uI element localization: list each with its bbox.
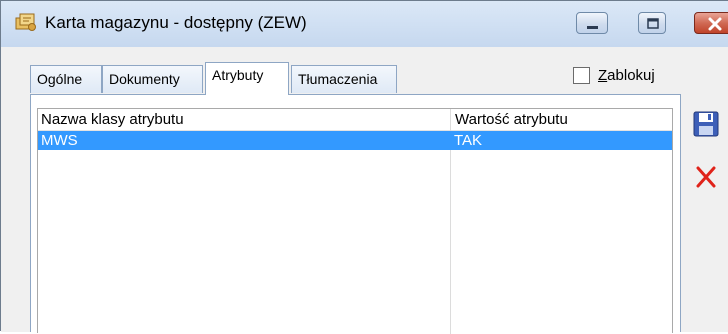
- cell-value: TAK: [454, 132, 483, 149]
- tab-label: Dokumenty: [109, 71, 180, 87]
- tab-tlumaczenia[interactable]: Tłumaczenia: [291, 65, 397, 93]
- tab-label: Tłumaczenia: [298, 71, 378, 87]
- maximize-icon: [647, 18, 659, 29]
- title-bar[interactable]: Karta magazynu - dostępny (ZEW): [1, 1, 728, 47]
- delete-icon: [696, 166, 716, 188]
- app-icon: [15, 13, 36, 31]
- window: Karta magazynu - dostępny (ZEW) Ogólne D…: [0, 0, 728, 334]
- cell-name: MWS: [41, 132, 78, 149]
- delete-button[interactable]: [691, 162, 721, 192]
- attributes-panel: Nazwa klasy atrybutu Wartość atrybutu MW…: [30, 94, 681, 334]
- minimize-icon: [587, 26, 598, 29]
- tab-label: Ogólne: [37, 71, 83, 87]
- lock-checkbox-label[interactable]: Zablokuj: [598, 67, 655, 84]
- lock-checkbox[interactable]: [573, 67, 590, 84]
- column-header-value[interactable]: Wartość atrybutu: [455, 111, 568, 128]
- tab-strip: Ogólne Dokumenty Atrybuty Tłumaczenia: [30, 62, 430, 95]
- tab-ogolne[interactable]: Ogólne: [30, 65, 102, 93]
- close-button[interactable]: [694, 12, 728, 34]
- tab-label: Atrybuty: [212, 67, 264, 83]
- save-icon: [693, 111, 719, 137]
- tab-dokumenty[interactable]: Dokumenty: [102, 65, 203, 93]
- attributes-table[interactable]: Nazwa klasy atrybutu Wartość atrybutu MW…: [37, 108, 673, 334]
- close-icon: [708, 17, 722, 31]
- maximize-button[interactable]: [638, 12, 666, 34]
- table-header: Nazwa klasy atrybutu Wartość atrybutu: [38, 109, 672, 131]
- save-button[interactable]: [691, 109, 721, 139]
- table-row[interactable]: MWS TAK: [38, 131, 672, 150]
- column-header-name[interactable]: Nazwa klasy atrybutu: [41, 111, 184, 128]
- window-title: Karta magazynu - dostępny (ZEW): [45, 13, 307, 32]
- minimize-button[interactable]: [576, 12, 608, 34]
- tab-atrybuty[interactable]: Atrybuty: [205, 62, 289, 95]
